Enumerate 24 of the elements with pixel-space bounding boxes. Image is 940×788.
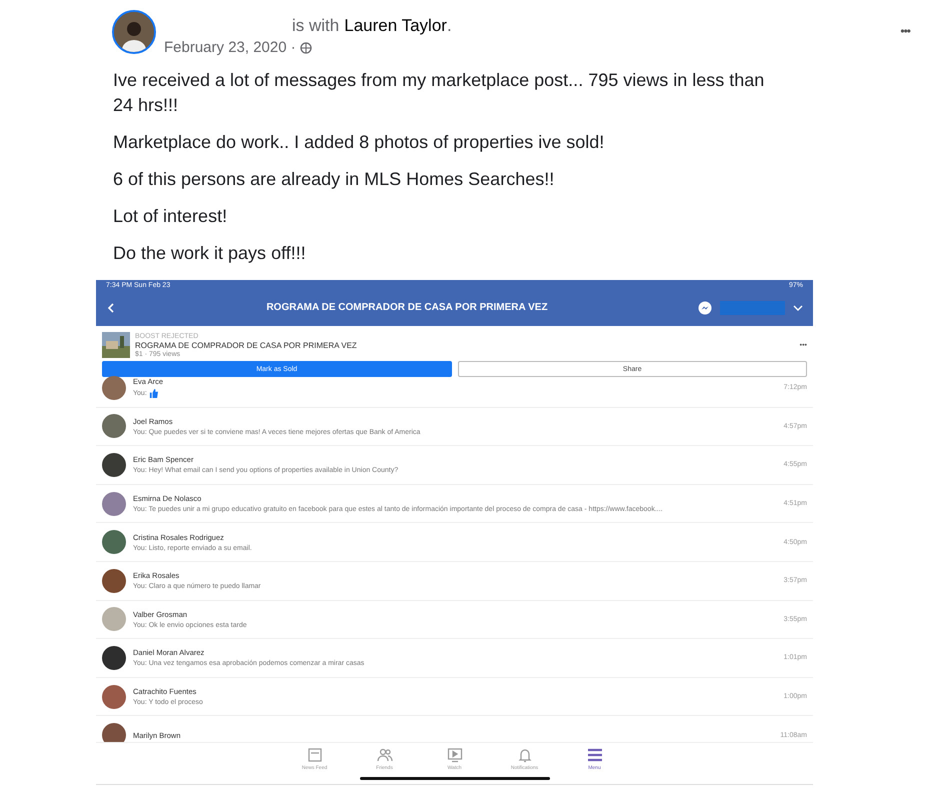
period-text: . <box>446 16 452 36</box>
profile-avatar[interactable] <box>112 10 156 54</box>
post-paragraph: 6 of this persons are already in MLS Homes Searches!! <box>113 168 556 191</box>
messenger-icon[interactable] <box>698 300 712 314</box>
listing-title-header: ROGRAMA DE COMPRADOR DE CASA POR PRIMERA VEZ <box>265 302 549 313</box>
menu-icon <box>586 747 602 763</box>
post-paragraph: Lot of interest! <box>113 205 228 228</box>
globe-icon <box>300 42 312 54</box>
post-paragraph: Do the work it pays off!!! <box>113 242 307 265</box>
post-paragraph: Ive received a lot of messages from my marketplace post... 795 views in less than 24 hrs!!! <box>113 69 766 117</box>
thumbs-up-icon <box>148 389 158 398</box>
post-header-text: is with <box>292 16 340 36</box>
post-date[interactable]: February 23, 2020 · <box>164 39 296 56</box>
tagged-name-link[interactable]: Lauren Taylor <box>344 16 447 36</box>
more-options-button[interactable]: ••• <box>900 10 910 38</box>
bell-icon <box>516 747 532 763</box>
listing-title: ROGRAMA DE COMPRADOR DE CASA POR PRIMERA VEZ <box>135 340 358 350</box>
chevron-down-icon[interactable] <box>793 302 803 312</box>
people-icon <box>376 747 392 763</box>
back-chevron-icon[interactable] <box>106 302 116 312</box>
post-paragraph: Marketplace do work.. I added 8 photos of properties ive sold! <box>113 131 606 154</box>
redaction-block <box>720 300 785 314</box>
play-icon <box>446 747 462 763</box>
news-feed-icon <box>306 747 322 763</box>
